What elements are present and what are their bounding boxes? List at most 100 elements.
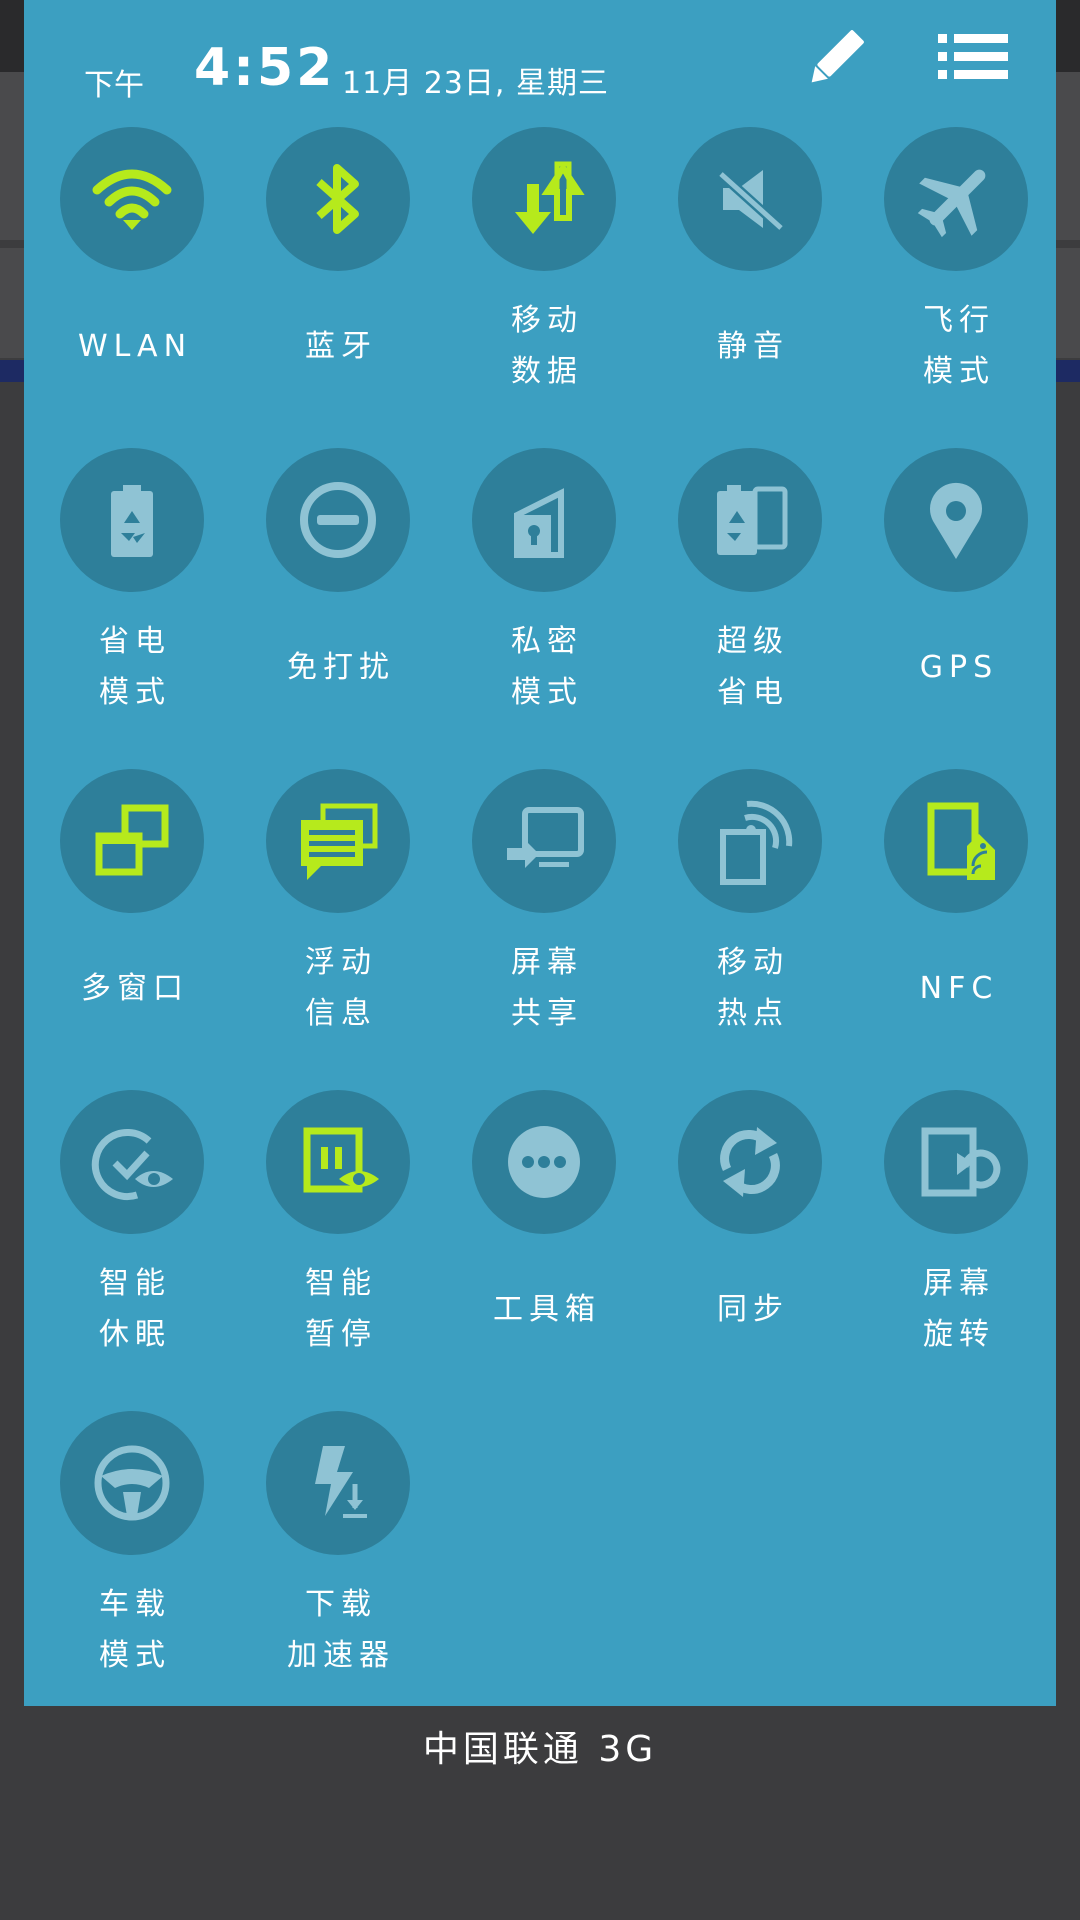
toggle-button[interactable]	[472, 127, 616, 271]
toggle-button[interactable]	[678, 769, 822, 913]
toggle-button[interactable]	[884, 127, 1028, 271]
download-booster-icon	[315, 1446, 367, 1518]
toggle-label: 屏幕 共享	[457, 937, 637, 1039]
toggle-label-line1: 浮动	[305, 945, 377, 980]
toggle-label-line1: 下载	[305, 1587, 377, 1622]
toggle-label: 工具箱	[457, 1284, 637, 1335]
pencil-icon[interactable]	[800, 24, 870, 94]
toggle-label-line2: 加速器	[287, 1638, 395, 1673]
toggle-button[interactable]	[472, 1090, 616, 1234]
toggle-button[interactable]	[266, 1411, 410, 1555]
toggle-button[interactable]	[472, 448, 616, 592]
wifi-icon	[92, 169, 172, 230]
toggle-label: 超级 省电	[663, 616, 843, 718]
toggle-label: 私密 模式	[457, 616, 637, 718]
toggle-button[interactable]	[472, 769, 616, 913]
multi-window-icon	[95, 804, 169, 876]
car-mode-icon	[94, 1445, 170, 1521]
toggle-label: 智能 暂停	[251, 1258, 431, 1360]
bluetooth-icon	[316, 164, 359, 234]
toggle-label-line1: 同步	[717, 1292, 789, 1327]
toggle-button[interactable]	[60, 127, 204, 271]
toggle-label: 移动 热点	[663, 937, 843, 1039]
hotspot-icon	[720, 800, 793, 885]
toggle-label: 浮动 信息	[251, 937, 431, 1039]
date-text: 11月 23日, 星期三	[342, 66, 609, 101]
toggle-label: 蓝牙	[251, 321, 431, 372]
toggle-button[interactable]	[60, 769, 204, 913]
toggle-button[interactable]	[884, 769, 1028, 913]
toggle-label: 屏幕 旋转	[869, 1258, 1049, 1360]
screen-rotation-icon	[921, 1127, 1001, 1197]
airplane-icon	[917, 169, 986, 238]
carrier-label: 中国联通 3G	[422, 1729, 658, 1770]
toggle-label-line1: 移动	[717, 945, 789, 980]
toggle-label: 飞行 模式	[869, 295, 1049, 397]
toggle-button[interactable]	[884, 448, 1028, 592]
toggle-label: 同步	[663, 1284, 843, 1335]
toggle-label-line2: 热点	[717, 996, 789, 1031]
screen-share-icon	[507, 807, 584, 868]
toggle-label-line1: GPS	[919, 650, 999, 685]
toggle-button[interactable]	[678, 1090, 822, 1234]
toggle-label: GPS	[869, 642, 1049, 693]
toggle-label-line2: 模式	[511, 675, 583, 710]
toggle-label: 车载 模式	[45, 1579, 225, 1681]
ampm-text: 下午	[84, 68, 144, 103]
toggle-label-line1: 蓝牙	[305, 329, 377, 364]
location-pin-icon	[930, 482, 982, 559]
toggle-label-line1: 免打扰	[287, 650, 395, 685]
toggle-label-line2: 暂停	[305, 1317, 377, 1352]
toggle-button[interactable]	[266, 448, 410, 592]
toggle-label: WLAN	[45, 321, 225, 372]
mute-icon	[717, 170, 785, 232]
toggle-label-line1: 静音	[717, 329, 789, 364]
toggle-button[interactable]	[884, 1090, 1028, 1234]
toggle-label-line1: 飞行	[923, 303, 995, 338]
toggle-button[interactable]	[678, 127, 822, 271]
nfc-icon	[927, 802, 995, 880]
ultra-power-saving-icon	[717, 485, 788, 555]
toggle-label: 省电 模式	[45, 616, 225, 718]
toggle-label-line2: 信息	[305, 996, 377, 1031]
toggle-label-line1: 移动	[511, 303, 583, 338]
toggle-button[interactable]	[60, 448, 204, 592]
toggle-label-line1: WLAN	[77, 329, 193, 364]
toggle-label-line2: 数据	[511, 354, 583, 389]
toolbox-icon	[508, 1126, 580, 1198]
toggle-label-line2: 旋转	[923, 1317, 995, 1352]
do-not-disturb-icon	[300, 482, 376, 558]
toggle-label-line1: 超级	[717, 624, 789, 659]
toggle-button[interactable]	[266, 1090, 410, 1234]
toggle-label-line1: 车载	[99, 1587, 171, 1622]
mobile-data-icon	[515, 161, 585, 234]
toggle-label-line2: 休眠	[99, 1317, 171, 1352]
toggle-label-line2: 模式	[99, 675, 171, 710]
clock[interactable]: 4:52	[194, 38, 335, 98]
battery-saver-icon	[111, 485, 153, 557]
toggle-label-line2: 省电	[717, 675, 789, 710]
toggle-button[interactable]	[678, 448, 822, 592]
toggle-button[interactable]	[60, 1411, 204, 1555]
toggle-button[interactable]	[60, 1090, 204, 1234]
sync-icon	[720, 1127, 780, 1197]
toggle-label-line1: 屏幕	[511, 945, 583, 980]
floating-message-icon	[301, 803, 378, 880]
toggle-label: 静音	[663, 321, 843, 372]
toggle-label: 免打扰	[251, 642, 431, 693]
toggle-label-line1: 智能	[305, 1266, 377, 1301]
smart-pause-icon	[303, 1127, 379, 1193]
toggle-label-line2: 共享	[511, 996, 583, 1031]
toggle-label: 多窗口	[45, 963, 225, 1014]
toggle-label-line1: 多窗口	[81, 971, 189, 1006]
toggle-label: 移动 数据	[457, 295, 637, 397]
toggle-label-line1: 工具箱	[493, 1292, 601, 1327]
private-mode-icon	[514, 488, 564, 558]
toggle-button[interactable]	[266, 127, 410, 271]
toggle-label-line1: 省电	[99, 624, 171, 659]
toggle-label: 智能 休眠	[45, 1258, 225, 1360]
toggle-label-line2: 模式	[923, 354, 995, 389]
toggle-label-line1: 智能	[99, 1266, 171, 1301]
list-icon[interactable]	[938, 32, 1008, 82]
toggle-button[interactable]	[266, 769, 410, 913]
